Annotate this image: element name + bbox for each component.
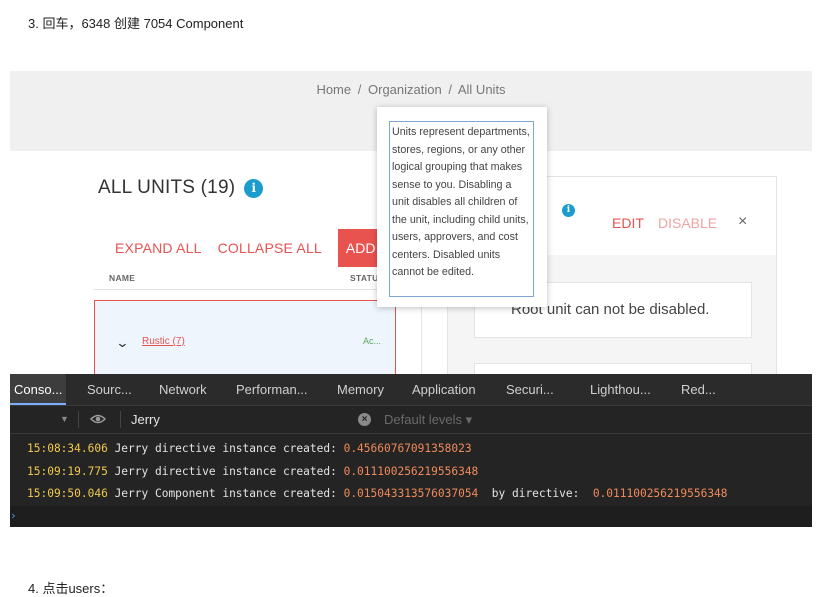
eye-icon[interactable] — [90, 414, 106, 424]
step-3-caption: 3. 回车，6348 创建 7054 Component — [28, 16, 244, 31]
tab-memory[interactable]: Memory — [337, 374, 384, 405]
log-value: 0.015043313576037054 — [343, 487, 479, 500]
clear-filter-icon[interactable]: × — [358, 413, 371, 426]
log-extra-value: 0.011100256219556348 — [592, 487, 728, 500]
tab-console[interactable]: Conso... — [10, 374, 67, 405]
tab-network[interactable]: Network — [159, 374, 207, 405]
log-text: Jerry directive instance created: — [107, 442, 344, 455]
expand-all-button[interactable]: EXPAND ALL — [115, 240, 202, 256]
log-extra-text: by directive: — [478, 487, 593, 500]
add-button[interactable]: ADD — [337, 229, 378, 267]
tab-application[interactable]: Application — [412, 374, 476, 405]
close-icon[interactable]: × — [738, 213, 747, 231]
actions-row: EXPAND ALL COLLAPSE ALL ADD — [115, 229, 378, 267]
log-text: Jerry Component instance created: — [107, 487, 344, 500]
prompt-chevron-icon: › — [10, 509, 17, 522]
log-timestamp: 15:08:34.606 — [27, 442, 108, 455]
console-prompt[interactable]: › — [10, 506, 812, 527]
breadcrumb-separator: / — [448, 82, 452, 97]
table-row[interactable]: ⌄ Rustic (7) Ac... — [94, 300, 396, 374]
unit-name-link[interactable]: Rustic (7) — [142, 336, 185, 347]
tab-redux[interactable]: Red... — [681, 374, 716, 405]
detail-card — [474, 363, 752, 374]
info-icon[interactable]: i — [562, 204, 575, 217]
tab-lighthouse[interactable]: Lighthou... — [590, 374, 651, 405]
log-text: Jerry directive instance created: — [107, 465, 344, 478]
title-row: ALL UNITS (19) i — [98, 177, 264, 199]
tooltip-text: Units represent departments, stores, reg… — [389, 121, 534, 297]
log-levels-dropdown[interactable]: Default levels ▾ — [384, 412, 472, 428]
log-value: 0.45660767091358023 — [343, 442, 472, 455]
disable-button[interactable]: DISABLE — [658, 215, 717, 231]
log-timestamp: 15:09:50.046 — [27, 487, 108, 500]
status-badge: Ac... — [363, 336, 382, 346]
console-message: 15:08:34.606 Jerry directive instance cr… — [27, 442, 472, 455]
app-screenshot: Home / Organization / All Units ALL UNIT… — [10, 71, 812, 374]
page-title: ALL UNITS (19) — [98, 177, 236, 198]
edit-button[interactable]: EDIT — [612, 215, 644, 231]
divider — [94, 289, 396, 290]
console-toolbar: ▼ × Default levels ▾ — [10, 406, 812, 434]
breadcrumb-separator: / — [357, 82, 362, 97]
log-value: 0.011100256219556348 — [343, 465, 479, 478]
tab-performance[interactable]: Performan... — [236, 374, 308, 405]
tab-security[interactable]: Securi... — [506, 374, 554, 405]
devtools-tabbar: Conso... Sourc... Network Performan... M… — [10, 374, 812, 406]
breadcrumb-organization[interactable]: Organization — [368, 82, 442, 97]
breadcrumb: Home / Organization / All Units — [10, 82, 812, 97]
breadcrumb-home[interactable]: Home — [316, 82, 351, 97]
breadcrumb-all-units: All Units — [457, 82, 506, 97]
console-message: 15:09:19.775 Jerry directive instance cr… — [27, 465, 478, 478]
log-timestamp: 15:09:19.775 — [27, 465, 108, 478]
column-header-name: NAME — [109, 273, 136, 283]
devtools-panel: Conso... Sourc... Network Performan... M… — [10, 374, 812, 527]
collapse-all-button[interactable]: COLLAPSE ALL — [218, 240, 322, 256]
tab-sources[interactable]: Sourc... — [87, 374, 132, 405]
step-4-caption: 4. 点击users： — [28, 581, 114, 596]
context-dropdown-icon[interactable]: ▼ — [60, 414, 69, 424]
toolbar-divider — [78, 411, 79, 428]
chevron-down-icon[interactable]: ⌄ — [115, 335, 129, 351]
info-tooltip: Units represent departments, stores, reg… — [377, 107, 547, 307]
info-icon[interactable]: i — [244, 178, 264, 198]
filter-input[interactable] — [131, 410, 356, 429]
console-message: 15:09:50.046 Jerry Component instance cr… — [27, 487, 728, 500]
toolbar-divider — [120, 411, 121, 428]
